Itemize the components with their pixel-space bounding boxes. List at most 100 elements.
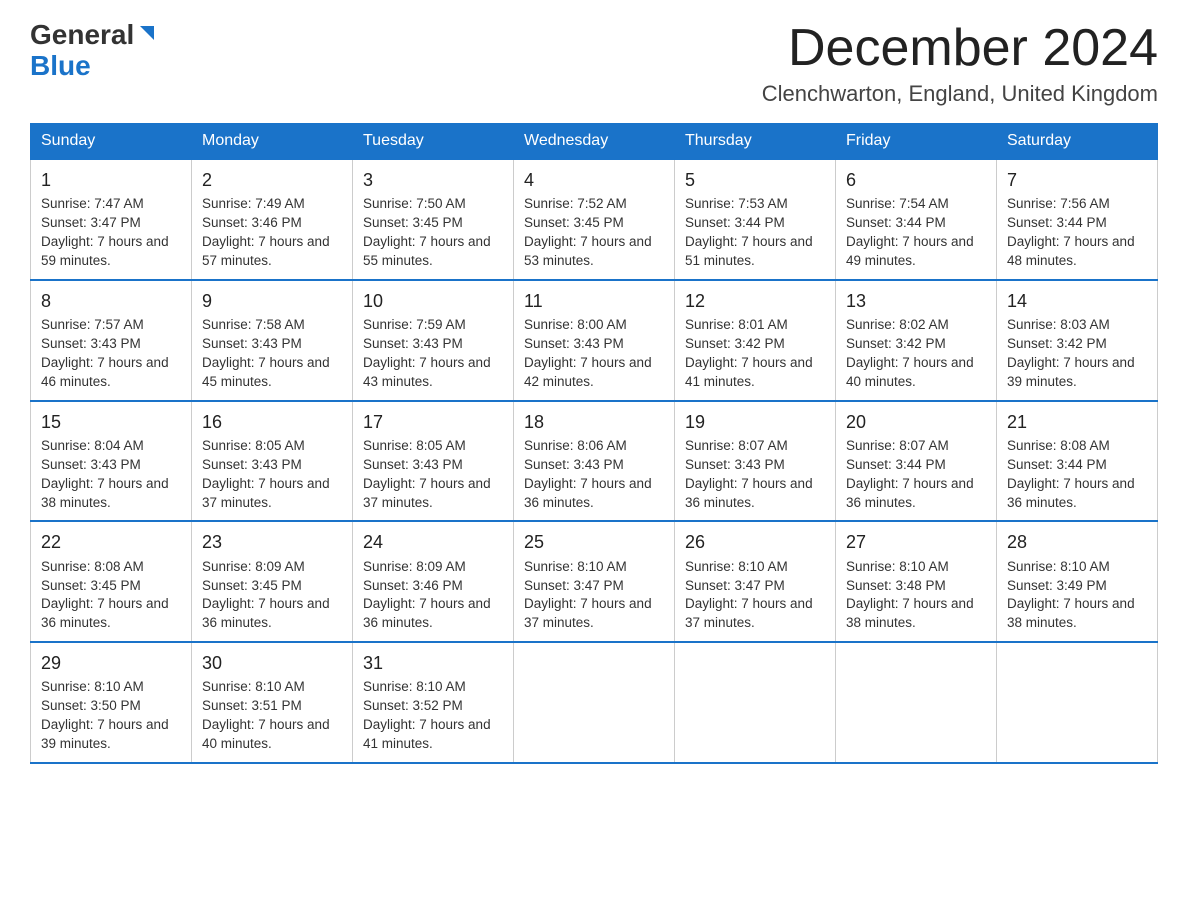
calendar-table: SundayMondayTuesdayWednesdayThursdayFrid…	[30, 123, 1158, 764]
logo: General Blue	[30, 20, 158, 82]
sunrise-text: Sunrise: 8:03 AM	[1007, 317, 1110, 332]
day-number: 8	[41, 289, 181, 314]
sunset-text: Sunset: 3:47 PM	[524, 578, 624, 593]
calendar-cell: 18Sunrise: 8:06 AMSunset: 3:43 PMDayligh…	[514, 401, 675, 522]
daylight-text: Daylight: 7 hours and 43 minutes.	[363, 355, 491, 389]
daylight-text: Daylight: 7 hours and 41 minutes.	[685, 355, 813, 389]
daylight-text: Daylight: 7 hours and 37 minutes.	[363, 476, 491, 510]
day-number: 29	[41, 651, 181, 676]
sunset-text: Sunset: 3:42 PM	[846, 336, 946, 351]
sunrise-text: Sunrise: 7:54 AM	[846, 196, 949, 211]
sunrise-text: Sunrise: 7:56 AM	[1007, 196, 1110, 211]
sunset-text: Sunset: 3:43 PM	[363, 457, 463, 472]
sunset-text: Sunset: 3:43 PM	[685, 457, 785, 472]
day-number: 1	[41, 168, 181, 193]
sunset-text: Sunset: 3:43 PM	[41, 336, 141, 351]
day-number: 4	[524, 168, 664, 193]
day-number: 12	[685, 289, 825, 314]
calendar-cell: 31Sunrise: 8:10 AMSunset: 3:52 PMDayligh…	[353, 642, 514, 763]
daylight-text: Daylight: 7 hours and 49 minutes.	[846, 234, 974, 268]
day-number: 5	[685, 168, 825, 193]
day-number: 15	[41, 410, 181, 435]
sunrise-text: Sunrise: 8:09 AM	[202, 559, 305, 574]
day-number: 16	[202, 410, 342, 435]
day-number: 13	[846, 289, 986, 314]
calendar-cell: 9Sunrise: 7:58 AMSunset: 3:43 PMDaylight…	[192, 280, 353, 401]
day-number: 17	[363, 410, 503, 435]
calendar-cell: 10Sunrise: 7:59 AMSunset: 3:43 PMDayligh…	[353, 280, 514, 401]
sunset-text: Sunset: 3:44 PM	[685, 215, 785, 230]
day-number: 6	[846, 168, 986, 193]
calendar-cell: 30Sunrise: 8:10 AMSunset: 3:51 PMDayligh…	[192, 642, 353, 763]
daylight-text: Daylight: 7 hours and 51 minutes.	[685, 234, 813, 268]
logo-blue-text: Blue	[30, 50, 91, 81]
day-number: 27	[846, 530, 986, 555]
day-number: 25	[524, 530, 664, 555]
sunset-text: Sunset: 3:43 PM	[363, 336, 463, 351]
calendar-cell: 11Sunrise: 8:00 AMSunset: 3:43 PMDayligh…	[514, 280, 675, 401]
sunset-text: Sunset: 3:48 PM	[846, 578, 946, 593]
week-row-5: 29 Sunrise: 8:10 AM Sunset: 3:50 PM Dayligh…	[31, 642, 1158, 763]
calendar-cell: 3Sunrise: 7:50 AMSunset: 3:45 PMDaylight…	[353, 159, 514, 280]
header: General Blue December 2024 Clenchwarton,…	[30, 20, 1158, 107]
day-number: 19	[685, 410, 825, 435]
sunrise-text: Sunrise: 7:57 AM	[41, 317, 144, 332]
sunrise-text: Sunrise: 8:10 AM	[1007, 559, 1110, 574]
sunrise-text: Sunrise: 8:10 AM	[41, 679, 144, 694]
sunrise-text: Sunrise: 8:09 AM	[363, 559, 466, 574]
calendar-cell: 7Sunrise: 7:56 AMSunset: 3:44 PMDaylight…	[997, 159, 1158, 280]
daylight-text: Daylight: 7 hours and 55 minutes.	[363, 234, 491, 268]
daylight-text: Daylight: 7 hours and 36 minutes.	[41, 596, 169, 630]
logo-triangle-icon	[136, 22, 158, 44]
day-number: 10	[363, 289, 503, 314]
calendar-cell: 23Sunrise: 8:09 AMSunset: 3:45 PMDayligh…	[192, 521, 353, 642]
week-row-2: 8 Sunrise: 7:57 AM Sunset: 3:43 PM Daylight…	[31, 280, 1158, 401]
day-number: 7	[1007, 168, 1147, 193]
calendar-header-row: SundayMondayTuesdayWednesdayThursdayFrid…	[31, 124, 1158, 160]
sunset-text: Sunset: 3:42 PM	[1007, 336, 1107, 351]
sunset-text: Sunset: 3:47 PM	[685, 578, 785, 593]
daylight-text: Daylight: 7 hours and 38 minutes.	[1007, 596, 1135, 630]
week-row-3: 15Sunrise: 8:04 AMSunset: 3:43 PMDayligh…	[31, 401, 1158, 522]
daylight-text: Daylight: 7 hours and 36 minutes.	[363, 596, 491, 630]
sunrise-text: Sunrise: 7:58 AM	[202, 317, 305, 332]
sunset-text: Sunset: 3:44 PM	[846, 215, 946, 230]
sunset-text: Sunset: 3:47 PM	[41, 215, 141, 230]
sunset-text: Sunset: 3:43 PM	[41, 457, 141, 472]
daylight-text: Daylight: 7 hours and 48 minutes.	[1007, 234, 1135, 268]
calendar-cell	[514, 642, 675, 763]
sunset-text: Sunset: 3:44 PM	[1007, 457, 1107, 472]
col-header-saturday: Saturday	[997, 124, 1158, 160]
day-number: 2	[202, 168, 342, 193]
daylight-text: Daylight: 7 hours and 36 minutes.	[846, 476, 974, 510]
sunset-text: Sunset: 3:43 PM	[202, 336, 302, 351]
calendar-cell: 16Sunrise: 8:05 AMSunset: 3:43 PMDayligh…	[192, 401, 353, 522]
sunset-text: Sunset: 3:42 PM	[685, 336, 785, 351]
day-number: 18	[524, 410, 664, 435]
sunrise-text: Sunrise: 7:47 AM	[41, 196, 144, 211]
sunset-text: Sunset: 3:46 PM	[363, 578, 463, 593]
calendar-cell: 20Sunrise: 8:07 AMSunset: 3:44 PMDayligh…	[836, 401, 997, 522]
sunset-text: Sunset: 3:50 PM	[41, 698, 141, 713]
calendar-cell: 2Sunrise: 7:49 AMSunset: 3:46 PMDaylight…	[192, 159, 353, 280]
sunset-text: Sunset: 3:45 PM	[363, 215, 463, 230]
daylight-text: Daylight: 7 hours and 38 minutes.	[846, 596, 974, 630]
title-area: December 2024 Clenchwarton, England, Uni…	[762, 20, 1158, 107]
calendar-cell: 21Sunrise: 8:08 AMSunset: 3:44 PMDayligh…	[997, 401, 1158, 522]
daylight-text: Daylight: 7 hours and 41 minutes.	[363, 717, 491, 751]
calendar-cell: 6 Sunrise: 7:54 AM Sunset: 3:44 PM Daylight…	[836, 159, 997, 280]
day-number: 28	[1007, 530, 1147, 555]
day-number: 11	[524, 289, 664, 314]
sunrise-text: Sunrise: 8:10 AM	[363, 679, 466, 694]
calendar-cell: 19Sunrise: 8:07 AMSunset: 3:43 PMDayligh…	[675, 401, 836, 522]
day-number: 3	[363, 168, 503, 193]
calendar-cell: 17Sunrise: 8:05 AMSunset: 3:43 PMDayligh…	[353, 401, 514, 522]
sunset-text: Sunset: 3:43 PM	[202, 457, 302, 472]
calendar-cell: 29Sunrise: 8:10 AMSunset: 3:50 PMDayligh…	[31, 642, 192, 763]
day-number: 9	[202, 289, 342, 314]
sunrise-text: Sunrise: 7:52 AM	[524, 196, 627, 211]
daylight-text: Daylight: 7 hours and 42 minutes.	[524, 355, 652, 389]
calendar-cell: 27Sunrise: 8:10 AMSunset: 3:48 PMDayligh…	[836, 521, 997, 642]
week-row-4: 22Sunrise: 8:08 AMSunset: 3:45 PMDayligh…	[31, 521, 1158, 642]
daylight-text: Daylight: 7 hours and 36 minutes.	[1007, 476, 1135, 510]
